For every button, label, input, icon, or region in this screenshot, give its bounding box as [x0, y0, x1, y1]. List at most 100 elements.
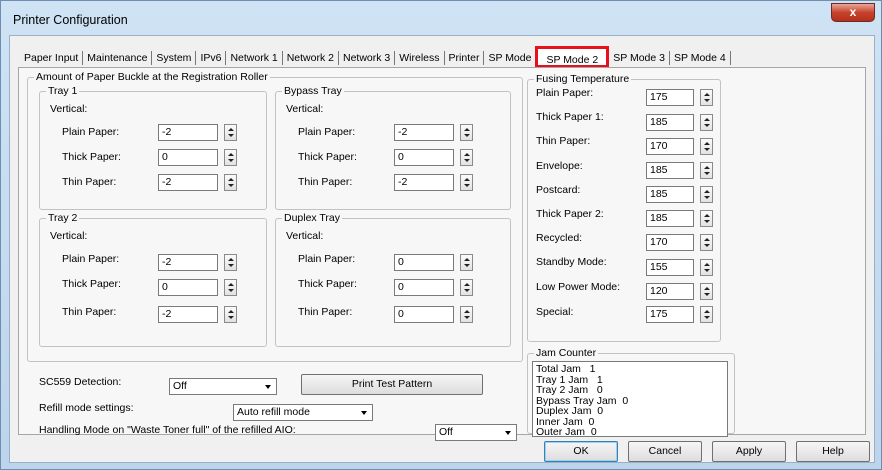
fusing-label: Standby Mode: [536, 256, 607, 268]
thick-paper-label: Thick Paper: [298, 151, 357, 163]
bypass-thick-spinner[interactable] [460, 149, 473, 166]
chevron-down-icon [502, 427, 514, 438]
thin-paper-label: Thin Paper: [298, 176, 353, 188]
fusing-postcard-input[interactable]: 185 [646, 186, 694, 203]
refill-mode-value: Auto refill mode [237, 406, 310, 418]
close-button[interactable]: x [831, 3, 875, 22]
tray-2-plain-spinner[interactable] [224, 254, 237, 271]
fusing-label: Recycled: [536, 232, 583, 244]
duplex-thin-spinner[interactable] [460, 306, 473, 323]
fusing-label: Thin Paper: [536, 135, 591, 147]
plain-paper-label: Plain Paper: [62, 126, 120, 138]
tab-wireless[interactable]: Wireless [395, 49, 443, 67]
tray-2-thick-input[interactable]: 0 [158, 279, 218, 296]
tray-1-legend: Tray 1 [48, 85, 78, 97]
sc559-detection-value: Off [173, 380, 187, 392]
fusing-label: Postcard: [536, 184, 581, 196]
duplex-tray-legend: Duplex Tray [284, 212, 341, 224]
fusing-label: Envelope: [536, 160, 583, 172]
tray-2-plain-input[interactable]: -2 [158, 254, 218, 271]
tray-2-thick-spinner[interactable] [224, 279, 237, 296]
bypass-thick-input[interactable]: 0 [394, 149, 454, 166]
duplex-plain-input[interactable]: 0 [394, 254, 454, 271]
tray-1-group: Tray 1 Vertical: Plain Paper: -2 Thick P… [39, 86, 267, 210]
jam-counter-group: Jam Counter Total Jam 1 Tray 1 Jam 1 Tra… [527, 347, 735, 437]
tray-1-thick-spinner[interactable] [224, 149, 237, 166]
vertical-label: Vertical: [286, 103, 324, 115]
fusing-thick-1-spinner[interactable] [700, 114, 713, 131]
window-title: Printer Configuration [13, 13, 128, 27]
bypass-thin-input[interactable]: -2 [394, 174, 454, 191]
fusing-standby-spinner[interactable] [700, 259, 713, 276]
thick-paper-label: Thick Paper: [62, 151, 121, 163]
jam-counter-legend: Jam Counter [536, 347, 597, 359]
thin-paper-label: Thin Paper: [62, 176, 117, 188]
apply-button[interactable]: Apply [712, 441, 786, 462]
bypass-tray-group: Bypass Tray Vertical: Plain Paper: -2 Th… [275, 86, 511, 210]
fusing-thick-2-spinner[interactable] [700, 210, 713, 227]
fusing-low-power-input[interactable]: 120 [646, 283, 694, 300]
tray-1-thin-input[interactable]: -2 [158, 174, 218, 191]
fusing-thin-input[interactable]: 170 [646, 138, 694, 155]
duplex-thin-input[interactable]: 0 [394, 306, 454, 323]
fusing-special-input[interactable]: 175 [646, 306, 694, 323]
waste-toner-select[interactable]: Off [435, 424, 517, 441]
ok-button[interactable]: OK [544, 441, 618, 462]
fusing-temperature-group: Fusing Temperature Plain Paper: 175 Thic… [527, 74, 721, 342]
fusing-postcard-spinner[interactable] [700, 186, 713, 203]
tab-sp-mode-4[interactable]: SP Mode 4 [670, 49, 730, 67]
tab-maintenance[interactable]: Maintenance [83, 49, 151, 67]
tray-2-thin-input[interactable]: -2 [158, 306, 218, 323]
bypass-thin-spinner[interactable] [460, 174, 473, 191]
tab-network-1[interactable]: Network 1 [226, 49, 281, 67]
plain-paper-label: Plain Paper: [298, 126, 356, 138]
jam-counter-list[interactable]: Total Jam 1 Tray 1 Jam 1 Tray 2 Jam 0 By… [532, 361, 728, 437]
fusing-plain-spinner[interactable] [700, 89, 713, 106]
fusing-thick-1-input[interactable]: 185 [646, 114, 694, 131]
tray-1-thick-input[interactable]: 0 [158, 149, 218, 166]
tray-2-legend: Tray 2 [48, 212, 78, 224]
tab-sp-mode[interactable]: SP Mode [484, 49, 535, 67]
help-button[interactable]: Help [796, 441, 870, 462]
duplex-thick-spinner[interactable] [460, 279, 473, 296]
plain-paper-label: Plain Paper: [298, 253, 356, 265]
fusing-thick-2-input[interactable]: 185 [646, 210, 694, 227]
tab-system[interactable]: System [152, 49, 195, 67]
tray-2-thin-spinner[interactable] [224, 306, 237, 323]
cancel-button[interactable]: Cancel [628, 441, 702, 462]
tab-strip: Paper Input Maintenance System IPv6 Netw… [20, 45, 731, 68]
fusing-label: Plain Paper: [536, 87, 594, 99]
tab-network-3[interactable]: Network 3 [339, 49, 394, 67]
tray-1-plain-spinner[interactable] [224, 124, 237, 141]
fusing-envelope-input[interactable]: 185 [646, 162, 694, 179]
tab-ipv6[interactable]: IPv6 [196, 49, 225, 67]
dialog-client: Paper Input Maintenance System IPv6 Netw… [9, 35, 875, 463]
fusing-envelope-spinner[interactable] [700, 162, 713, 179]
duplex-thick-input[interactable]: 0 [394, 279, 454, 296]
bypass-plain-input[interactable]: -2 [394, 124, 454, 141]
fusing-recycled-input[interactable]: 170 [646, 234, 694, 251]
waste-toner-value: Off [439, 426, 453, 438]
tray-1-plain-input[interactable]: -2 [158, 124, 218, 141]
tab-paper-input[interactable]: Paper Input [20, 49, 82, 67]
fusing-temperature-legend: Fusing Temperature [536, 73, 630, 85]
tab-sp-mode-3[interactable]: SP Mode 3 [609, 49, 669, 67]
duplex-plain-spinner[interactable] [460, 254, 473, 271]
fusing-thin-spinner[interactable] [700, 138, 713, 155]
fusing-low-power-spinner[interactable] [700, 283, 713, 300]
tab-sp-mode-2[interactable]: SP Mode 2 [535, 46, 610, 68]
bypass-plain-spinner[interactable] [460, 124, 473, 141]
print-test-pattern-button[interactable]: Print Test Pattern [301, 374, 483, 395]
tab-printer[interactable]: Printer [445, 49, 484, 67]
fusing-special-spinner[interactable] [700, 306, 713, 323]
sc559-detection-select[interactable]: Off [169, 378, 277, 395]
fusing-recycled-spinner[interactable] [700, 234, 713, 251]
fusing-standby-input[interactable]: 155 [646, 259, 694, 276]
title-bar[interactable]: Printer Configuration x [1, 1, 881, 35]
tray-1-thin-spinner[interactable] [224, 174, 237, 191]
refill-mode-select[interactable]: Auto refill mode [233, 404, 373, 421]
waste-toner-label: Handling Mode on "Waste Toner full" of t… [39, 424, 296, 436]
fusing-plain-input[interactable]: 175 [646, 89, 694, 106]
tab-network-2[interactable]: Network 2 [283, 49, 338, 67]
thick-paper-label: Thick Paper: [298, 278, 357, 290]
